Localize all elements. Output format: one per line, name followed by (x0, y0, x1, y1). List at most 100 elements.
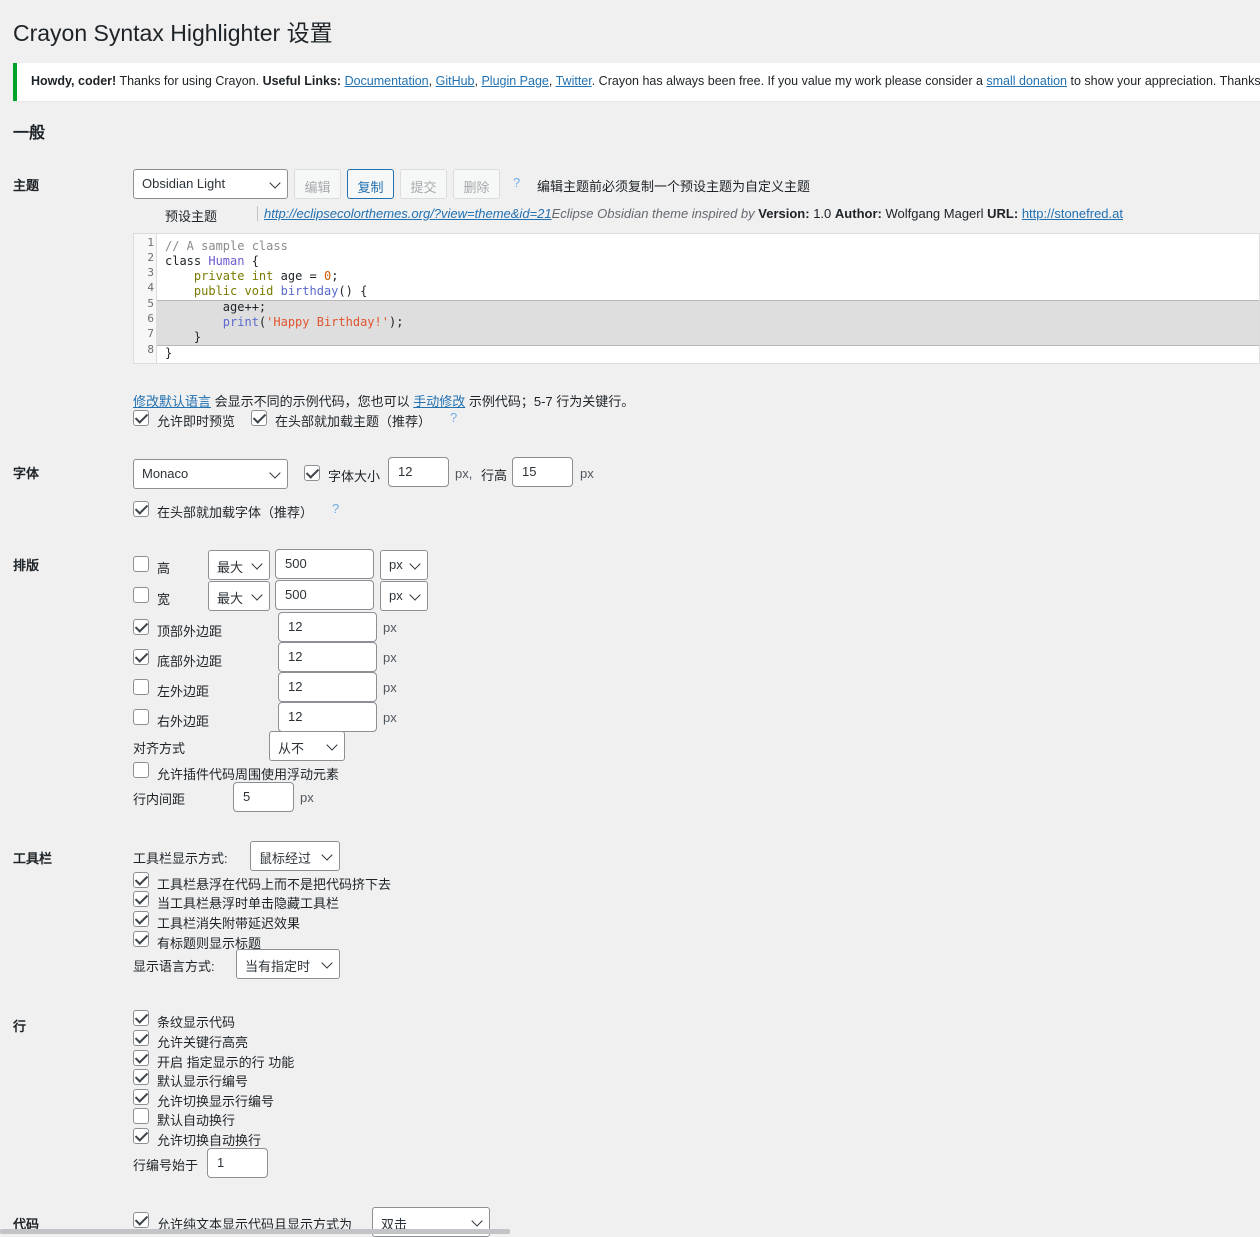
line-nums-checkbox[interactable] (133, 1069, 149, 1085)
version-label: Version: (758, 206, 810, 221)
left-margin-checkbox[interactable] (133, 679, 149, 695)
top-margin-unit: px (383, 620, 397, 635)
line-nums-toggle-checkbox[interactable] (133, 1089, 149, 1105)
preview-note-mid: 会显示不同的示例代码，您也可以 (211, 394, 414, 409)
horizontal-scrollbar[interactable] (0, 1229, 510, 1234)
height-unit-select[interactable]: px (380, 550, 428, 580)
code-line-6: print('Happy Birthday!'); (165, 315, 404, 329)
change-default-language-link[interactable]: 修改默认语言 (133, 394, 211, 409)
notice-banner: Howdy, coder! Thanks for using Crayon. U… (13, 63, 1260, 101)
toolbar-display-label: 工具栏显示方式: (133, 851, 228, 866)
top-margin-checkbox[interactable] (133, 619, 149, 635)
right-margin-checkbox[interactable] (133, 709, 149, 725)
link-twitter[interactable]: Twitter (556, 74, 592, 88)
url-label: URL: (987, 206, 1019, 221)
font-select-value: Monaco (142, 466, 189, 481)
height-checkbox[interactable] (133, 556, 149, 572)
toolbar-overlay-checkbox[interactable] (133, 872, 149, 888)
striped-label: 条纹显示代码 (157, 1015, 236, 1030)
tab-size-unit: px (300, 790, 314, 805)
float-checkbox[interactable] (133, 762, 149, 778)
wrap-toggle-label: 允许切换自动换行 (157, 1133, 262, 1148)
copy-theme-button[interactable]: 复制 (347, 169, 394, 199)
theme-info-url[interactable]: http://eclipsecolorthemes.org/?view=them… (264, 206, 552, 221)
font-label: 字体 (13, 466, 40, 481)
edit-theme-button[interactable]: 编辑 (294, 169, 341, 199)
link-donation[interactable]: small donation (986, 74, 1067, 88)
theme-info-desc: Eclipse Obsidian theme inspired by (551, 206, 759, 221)
line-nums-toggle-label: 允许切换显示行编号 (157, 1094, 275, 1109)
link-plugin-page[interactable]: Plugin Page (481, 74, 548, 88)
show-language-select[interactable]: 当有指定时 (236, 949, 340, 979)
left-margin-unit: px (383, 680, 397, 695)
toolbar-delay-label: 工具栏消失附带延迟效果 (157, 916, 301, 931)
show-language-value: 当有指定时 (245, 959, 311, 974)
width-mode-select[interactable]: 最大 (208, 581, 270, 611)
notice-free-text: . Crayon has always been free. If you va… (591, 74, 987, 88)
left-margin-input[interactable]: 12 (278, 672, 377, 702)
load-theme-help-icon[interactable]: ? (450, 410, 457, 425)
theme-help-icon[interactable]: ? (513, 175, 520, 190)
top-margin-input[interactable]: 12 (278, 612, 377, 642)
line-height-label: 行高 (481, 468, 508, 483)
live-preview-checkbox[interactable] (133, 410, 149, 426)
bottom-margin-input[interactable]: 12 (278, 642, 377, 672)
font-size-checkbox[interactable] (304, 465, 320, 481)
toolbar-delay-checkbox[interactable] (133, 911, 149, 927)
theme-select[interactable]: Obsidian Light (133, 169, 288, 199)
link-github[interactable]: GitHub (436, 74, 475, 88)
line-height-unit: px (580, 466, 594, 481)
top-margin-label: 顶部外边距 (157, 624, 223, 639)
mark-lines-label: 允许关键行高亮 (157, 1035, 249, 1050)
font-size-label: 字体大小 (328, 469, 381, 484)
notice-useful-links: Useful Links: (262, 74, 342, 88)
link-documentation[interactable]: Documentation (345, 74, 429, 88)
height-input[interactable]: 500 (275, 549, 374, 579)
plain-text-checkbox[interactable] (133, 1212, 149, 1228)
align-select[interactable]: 从不 (269, 731, 345, 761)
line-height-input[interactable]: 15 (512, 457, 573, 487)
load-font-head-checkbox[interactable] (133, 501, 149, 517)
font-size-input[interactable]: 12 (388, 457, 449, 487)
mark-lines-checkbox[interactable] (133, 1030, 149, 1046)
line-number: 8 (147, 343, 154, 356)
width-checkbox[interactable] (133, 587, 149, 603)
submit-theme-button[interactable]: 提交 (400, 169, 447, 199)
font-select[interactable]: Monaco (133, 459, 288, 489)
ranges-checkbox[interactable] (133, 1050, 149, 1066)
toolbar-show-title-checkbox[interactable] (133, 931, 149, 947)
author-url-link[interactable]: http://stonefred.at (1022, 206, 1123, 221)
theme-hint: 编辑主题前必须复制一个预设主题为自定义主题 (537, 179, 811, 194)
lines-label: 行 (13, 1019, 27, 1034)
wrap-toggle-checkbox[interactable] (133, 1128, 149, 1144)
bottom-margin-unit: px (383, 650, 397, 665)
delete-theme-button[interactable]: 删除 (453, 169, 500, 199)
width-unit-value: px (389, 588, 403, 603)
load-theme-head-checkbox[interactable] (251, 410, 267, 426)
width-unit-select[interactable]: px (380, 581, 428, 611)
load-theme-head-label: 在头部就加载主题（推荐） (275, 414, 432, 429)
right-margin-input[interactable]: 12 (278, 702, 377, 732)
wrap-label: 默认自动换行 (157, 1113, 236, 1128)
toolbar-click-hide-checkbox[interactable] (133, 891, 149, 907)
bottom-margin-checkbox[interactable] (133, 649, 149, 665)
toolbar-display-select[interactable]: 鼠标经过 (250, 841, 340, 871)
chevron-down-icon (269, 467, 281, 479)
tab-size-input[interactable]: 5 (233, 782, 294, 812)
theme-label: 主题 (13, 178, 40, 193)
align-label: 对齐方式 (133, 741, 186, 756)
notice-end-text: to show your appreciation. Thanks! (1067, 74, 1260, 88)
width-label: 宽 (157, 592, 171, 607)
height-label: 高 (157, 561, 171, 576)
author-value: Wolfgang Magerl (885, 206, 984, 221)
wrap-checkbox[interactable] (133, 1108, 149, 1124)
theme-info: http://eclipsecolorthemes.org/?view=them… (257, 206, 1123, 221)
height-mode-select[interactable]: 最大 (208, 550, 270, 580)
code-line-8: } (165, 346, 173, 360)
width-input[interactable]: 500 (275, 580, 374, 610)
load-font-help-icon[interactable]: ? (332, 501, 339, 516)
line-number: 4 (147, 281, 154, 294)
manual-edit-link[interactable]: 手动修改 (413, 394, 465, 409)
striped-checkbox[interactable] (133, 1010, 149, 1026)
start-line-input[interactable]: 1 (207, 1148, 268, 1178)
